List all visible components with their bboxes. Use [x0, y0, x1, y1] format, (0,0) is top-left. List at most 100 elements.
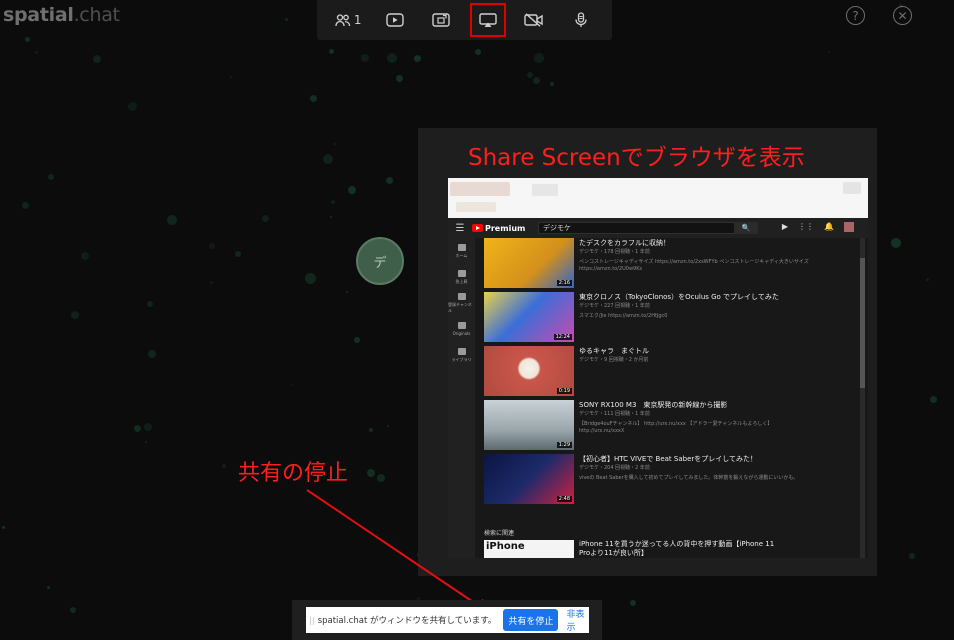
- video-title[interactable]: 【初心者】HTC VIVEで Beat Saberをプレイしてみた！: [579, 454, 757, 464]
- background-dot: [828, 51, 830, 53]
- background-dot: [128, 102, 137, 111]
- stop-sharing-button[interactable]: 共有を停止: [503, 609, 559, 631]
- youtube-logo[interactable]: Premium: [472, 224, 525, 233]
- video-thumbnail[interactable]: iPhone: [484, 540, 574, 558]
- media-upload-button[interactable]: [423, 3, 459, 37]
- blurred-tab: [532, 184, 558, 196]
- video-title[interactable]: 東京クロノス（TokyoClonos）をOculus Go でプレイしてみた: [579, 292, 779, 302]
- hamburger-icon[interactable]: ☰: [448, 223, 472, 234]
- youtube-brand: Premium: [485, 223, 526, 233]
- sidebar-item-home[interactable]: ホーム: [448, 238, 475, 264]
- close-button[interactable]: ✕: [893, 6, 912, 25]
- background-dot: [630, 600, 636, 606]
- background-dot: [35, 51, 38, 54]
- background-dot: [148, 350, 156, 358]
- background-dot: [25, 37, 30, 42]
- sidebar-item-subscriptions[interactable]: 登録チャンネル: [448, 290, 475, 316]
- list-item[interactable]: iPhone iPhone 11を買うか迷ってる人の背中を押す動画【iPhone…: [484, 540, 857, 558]
- video-meta: デジモケ・9 回視聴・2 か月前: [579, 357, 649, 363]
- background-dot: [334, 143, 336, 145]
- background-dot: [909, 553, 915, 559]
- blurred-tab: [450, 182, 510, 196]
- background-dot: [209, 243, 215, 249]
- drag-handle-icon[interactable]: ||: [306, 616, 318, 625]
- background-dot: [369, 428, 373, 432]
- background-dot: [145, 441, 147, 443]
- user-avatar[interactable]: デ: [356, 237, 404, 285]
- hide-link[interactable]: 非表示: [566, 607, 589, 633]
- help-icon: ?: [852, 8, 859, 23]
- background-dot: [346, 291, 348, 293]
- background-dot: [330, 216, 332, 218]
- video-description: http://urx.nu/xxxX: [579, 428, 625, 434]
- participants-button[interactable]: 1: [330, 3, 366, 37]
- background-dot: [235, 251, 241, 257]
- camera-toggle-button[interactable]: [516, 3, 552, 37]
- background-dot: [891, 238, 901, 248]
- video-title[interactable]: SONY RX100 M3 東京駅発の新幹線から撮影: [579, 400, 727, 410]
- background-dot: [534, 53, 544, 63]
- notification-bell-icon[interactable]: 🔔: [824, 222, 834, 232]
- background-dot: [291, 384, 293, 386]
- background-dot: [71, 311, 79, 319]
- help-button[interactable]: ?: [846, 6, 865, 25]
- video-thumbnail[interactable]: 2:48: [484, 454, 574, 504]
- background-dot: [310, 95, 317, 102]
- background-dot: [387, 425, 389, 427]
- create-video-icon[interactable]: ▶: [782, 222, 788, 232]
- background-dot: [48, 174, 54, 180]
- list-item[interactable]: 12:24 東京クロノス（TokyoClonos）をOculus Go でプレイ…: [484, 292, 857, 342]
- background-dot: [414, 55, 421, 62]
- sidebar-item-trending[interactable]: 急上昇: [448, 264, 475, 290]
- list-item[interactable]: 2:16 たデスクをカラフルに収納！ デジモケ・178 回視聴・1 年前 ペンコ…: [484, 238, 857, 288]
- browser-chrome-blurred: [448, 178, 868, 218]
- background-dot: [305, 273, 316, 284]
- video-thumbnail[interactable]: 1:29: [484, 400, 574, 450]
- home-icon: [457, 243, 466, 251]
- list-item[interactable]: 2:48 【初心者】HTC VIVEで Beat Saberをプレイしてみた！ …: [484, 454, 857, 504]
- background-dot: [361, 54, 369, 62]
- screen-share-button[interactable]: [469, 3, 506, 37]
- scrollbar-thumb[interactable]: [860, 258, 865, 388]
- sidebar-item-library[interactable]: ライブラリ: [448, 342, 475, 368]
- youtube-header-icons: ▶ ⋮⋮ 🔔: [782, 222, 854, 232]
- library-icon: [457, 347, 466, 355]
- background-dot: [2, 526, 5, 529]
- background-dot: [134, 425, 141, 432]
- youtube-search-input[interactable]: デジモケ: [538, 222, 758, 234]
- screen-share-icon: [479, 12, 497, 27]
- video-meta: デジモケ・178 回視聴・1 年前: [579, 249, 650, 255]
- background-dot: [167, 215, 177, 225]
- background-dot: [47, 586, 50, 589]
- video-description: viveの Beat Saberを購入して初めてプレイしてみました。体幹筋を鍛え…: [579, 475, 799, 481]
- apps-icon[interactable]: ⋮⋮: [798, 222, 814, 232]
- account-avatar[interactable]: [844, 222, 854, 232]
- background-dot: [377, 474, 385, 482]
- video-title[interactable]: たデスクをカラフルに収納！: [579, 238, 670, 248]
- background-dot: [527, 72, 533, 78]
- video-description: ペンコストレージキャディサイズ https://amzn.to/2xsWFYb …: [579, 259, 809, 265]
- screen-share-window[interactable]: Share Screenでブラウザを表示 ☰ Premium デジモケ 🔍 ▶ …: [418, 128, 877, 576]
- list-item[interactable]: 1:29 SONY RX100 M3 東京駅発の新幹線から撮影 デジモケ・111…: [484, 400, 857, 450]
- video-thumbnail[interactable]: 0:19: [484, 346, 574, 396]
- video-title[interactable]: ゆるキャラ まぐトル: [579, 346, 649, 356]
- mic-toggle-button[interactable]: [563, 3, 599, 37]
- list-item[interactable]: 0:19 ゆるキャラ まぐトル デジモケ・9 回視聴・2 か月前: [484, 346, 857, 396]
- video-title[interactable]: iPhone 11を買うか迷ってる人の背中を押す動画【iPhone 11 Pro…: [579, 540, 779, 558]
- chrome-share-bar: || spatial.chat がウィンドウを共有しています。 共有を停止 非表…: [292, 600, 602, 640]
- video-thumbnail[interactable]: 2:16: [484, 238, 574, 288]
- background-dot: [930, 396, 937, 403]
- shared-browser: ☰ Premium デジモケ 🔍 ▶ ⋮⋮ 🔔 ホーム 急上昇 登録チャンネル …: [448, 178, 868, 558]
- video-thumbnail[interactable]: 12:24: [484, 292, 574, 342]
- sidebar-item-originals[interactable]: Originals: [448, 316, 475, 342]
- youtube-video-list: 2:16 たデスクをカラフルに収納！ デジモケ・178 回視聴・1 年前 ペンコ…: [484, 238, 857, 558]
- youtube-button[interactable]: [377, 3, 413, 37]
- search-icon[interactable]: 🔍: [734, 222, 758, 234]
- close-icon: ✕: [897, 8, 908, 23]
- background-dot: [386, 177, 393, 184]
- participants-count: 1: [353, 13, 362, 27]
- background-dot: [926, 278, 929, 281]
- background-dot: [262, 215, 269, 222]
- logo-suffix: .chat: [73, 4, 120, 26]
- youtube-scrollbar[interactable]: [860, 238, 865, 558]
